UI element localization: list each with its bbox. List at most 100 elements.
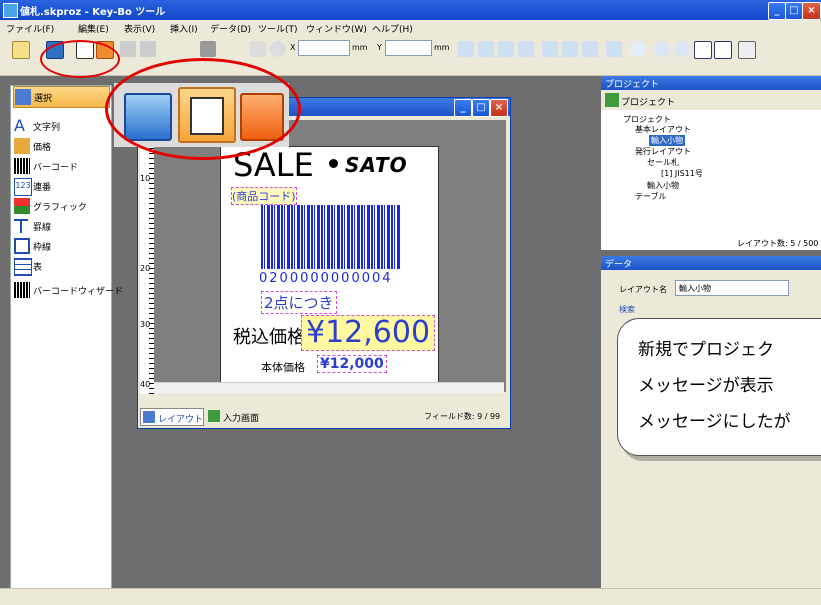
- menu-insert[interactable]: 挿入(I): [170, 22, 198, 35]
- help-icon[interactable]: [270, 41, 286, 57]
- layout-name-input[interactable]: 輸入小物: [675, 280, 789, 296]
- zoom-in-icon[interactable]: [654, 41, 670, 57]
- tree-item-selected[interactable]: 輸入小物: [649, 135, 685, 146]
- barcode-tool-icon[interactable]: [200, 41, 216, 57]
- tool-line[interactable]: 罫線: [13, 216, 108, 236]
- tool-text[interactable]: A 文字列: [13, 116, 108, 136]
- paste-icon[interactable]: [140, 41, 156, 57]
- callout-line: メッセージが表示: [638, 376, 774, 396]
- tool-line-label: 罫線: [33, 223, 52, 233]
- align-bottom-icon[interactable]: [582, 41, 598, 57]
- tool-table[interactable]: 表: [13, 256, 108, 276]
- menu-view[interactable]: 表示(V): [124, 22, 155, 35]
- tool-frame[interactable]: 枠線: [13, 236, 108, 256]
- grid-icon[interactable]: [738, 41, 756, 59]
- tab-input-screen[interactable]: 入力画面: [206, 408, 270, 424]
- align-left-icon[interactable]: [458, 41, 474, 57]
- horizontal-scrollbar[interactable]: [154, 382, 504, 393]
- sato-logo[interactable]: SATO: [345, 153, 408, 177]
- tool-frame-label: 枠線: [33, 243, 52, 253]
- fit-view-icon[interactable]: [714, 41, 732, 59]
- editor-close-button[interactable]: ×: [490, 99, 508, 117]
- maximize-button[interactable]: □: [785, 2, 803, 20]
- barcode-wizard-icon: [14, 282, 30, 298]
- vertical-ruler: 10 20 30 40: [140, 144, 154, 394]
- project-pane-toolbar: プロジェクト: [601, 90, 821, 110]
- menu-tools[interactable]: ツール(T): [258, 22, 298, 35]
- label-canvas[interactable]: SALE SATO (商品コード) 0200000000004 2点につき 税込…: [220, 146, 439, 383]
- menu-window[interactable]: ウィンドウ(W): [306, 22, 367, 35]
- menu-bar: ファイル(F) 編集(E) 表示(V) 挿入(I) データ(D) ツール(T) …: [0, 20, 821, 37]
- tool-barcode-wizard[interactable]: バーコードウィザード: [13, 280, 123, 300]
- tool-price[interactable]: 価格: [13, 136, 108, 156]
- align-right-icon[interactable]: [498, 41, 514, 57]
- tool-barcode-wizard-label: バーコードウィザード: [33, 287, 124, 297]
- layout-name-value: 輸入小物: [679, 284, 711, 293]
- page-view-icon[interactable]: [694, 41, 712, 59]
- table-icon: [14, 258, 32, 276]
- data-pane-header: データ: [601, 256, 821, 270]
- y-label: Y: [377, 43, 382, 52]
- copy-icon[interactable]: [120, 41, 136, 57]
- tree-item[interactable]: セール札: [647, 157, 679, 168]
- promo-text[interactable]: 2点につき: [261, 291, 337, 314]
- tree-item[interactable]: テーブル: [635, 191, 667, 202]
- tool-serial[interactable]: 123 連番: [13, 176, 108, 196]
- title-bar: 値札.skproz - Key-Bo ツール _ □ ×: [0, 0, 821, 20]
- menu-edit[interactable]: 編集(E): [78, 22, 109, 35]
- tool-select[interactable]: 選択: [13, 86, 110, 108]
- resize-icon[interactable]: [606, 41, 622, 57]
- tab-layout[interactable]: レイアウト: [140, 408, 204, 426]
- highlight-circle-small: [40, 40, 120, 78]
- tab-input-label: 入力画面: [223, 414, 260, 424]
- tool-graphic[interactable]: グラフィック: [13, 196, 108, 216]
- product-code-field[interactable]: (商品コード): [231, 187, 297, 205]
- tree-item[interactable]: 基本レイアウト: [635, 124, 691, 135]
- align-middle-icon[interactable]: [562, 41, 578, 57]
- align-center-icon[interactable]: [478, 41, 494, 57]
- text-icon: A: [14, 116, 25, 135]
- highlight-circle-large: [105, 58, 301, 160]
- field-count: フィールド数: 9 / 99: [424, 412, 501, 421]
- new-project-icon[interactable]: [12, 41, 30, 59]
- y-input[interactable]: [385, 40, 432, 56]
- editor-minimize-button[interactable]: _: [454, 99, 472, 117]
- layout-count: レイアウト数: 5 / 500: [737, 239, 819, 248]
- tool-serial-label: 連番: [33, 183, 52, 193]
- menu-help[interactable]: ヘルプ(H): [372, 22, 413, 35]
- tool-barcode[interactable]: バーコード: [13, 156, 108, 176]
- base-price-value[interactable]: ¥12,000: [317, 355, 387, 373]
- rotate-icon[interactable]: [630, 41, 646, 57]
- tree-item[interactable]: 発行レイアウト: [635, 146, 691, 157]
- callout-line: 新規でプロジェク: [638, 340, 774, 360]
- editor-tab-bar: レイアウト 入力画面 フィールド数: 9 / 99: [138, 406, 510, 428]
- editor-maximize-button[interactable]: □: [472, 99, 490, 117]
- align-top-icon[interactable]: [542, 41, 558, 57]
- toolbox-panel: 選択 A 文字列 価格 バーコード 123 連番 グラフィック 罫線 枠線 表 …: [10, 85, 123, 597]
- barcode-graphic[interactable]: [261, 205, 401, 269]
- search-label: 検索: [619, 305, 635, 314]
- y-unit: mm: [434, 43, 450, 52]
- project-dropdown[interactable]: プロジェクト: [621, 95, 675, 108]
- print-icon[interactable]: [250, 41, 266, 57]
- menu-data[interactable]: データ(D): [210, 22, 251, 35]
- price-icon: [14, 138, 30, 154]
- minimize-button[interactable]: _: [768, 2, 786, 20]
- status-bar: [0, 588, 821, 605]
- close-button[interactable]: ×: [802, 2, 821, 20]
- zoom-out-icon[interactable]: [674, 41, 690, 57]
- tax-incl-price[interactable]: ¥12,600: [301, 315, 436, 351]
- base-price-label: 本体価格: [261, 361, 305, 374]
- project-pane-title: プロジェクト: [605, 80, 660, 90]
- tree-item[interactable]: [1] JIS11号: [661, 168, 703, 179]
- v-ruler-tick: 20: [140, 264, 151, 273]
- x-input[interactable]: [298, 40, 350, 56]
- distribute-icon[interactable]: [518, 41, 534, 57]
- tool-table-label: 表: [33, 263, 43, 273]
- tree-item[interactable]: 輸入小物: [647, 180, 679, 191]
- tab-layout-label: レイアウト: [158, 415, 204, 425]
- barcode-number: 0200000000004: [259, 271, 393, 286]
- menu-file[interactable]: ファイル(F): [6, 22, 54, 35]
- callout-line: メッセージにしたが: [638, 412, 791, 432]
- tool-price-label: 価格: [33, 143, 52, 153]
